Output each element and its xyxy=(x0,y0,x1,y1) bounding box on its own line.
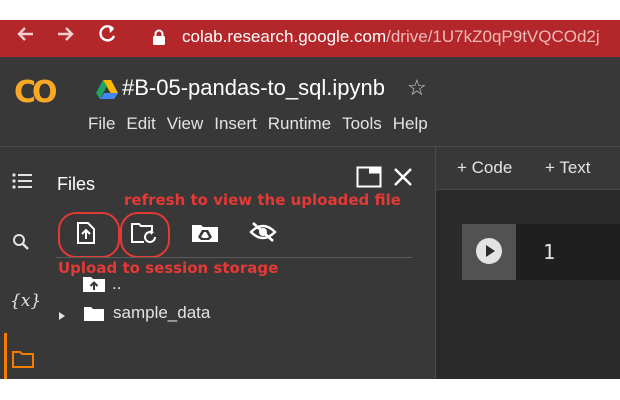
parent-folder-icon[interactable] xyxy=(82,276,106,298)
files-divider xyxy=(56,257,412,258)
star-icon[interactable]: ☆ xyxy=(407,75,427,100)
url-host: colab.research.google.com xyxy=(182,27,387,46)
close-icon[interactable] xyxy=(392,166,414,193)
add-text-cell-button[interactable]: + Text xyxy=(545,158,591,178)
refresh-folder-icon[interactable] xyxy=(130,222,158,249)
reload-icon[interactable] xyxy=(96,23,118,51)
search-icon[interactable] xyxy=(12,233,30,256)
address-bar[interactable]: colab.research.google.com/drive/1U7kZ0qP… xyxy=(182,27,600,47)
menu-help[interactable]: Help xyxy=(393,114,428,133)
colab-logo: CO xyxy=(14,75,57,110)
menu-edit[interactable]: Edit xyxy=(126,114,155,133)
menu-file[interactable]: File xyxy=(88,114,115,133)
cell-line-number: 1 xyxy=(543,240,556,264)
files-panel-title: Files xyxy=(57,174,96,194)
play-icon xyxy=(486,245,495,257)
mount-drive-icon[interactable] xyxy=(191,223,219,248)
table-of-contents-icon[interactable] xyxy=(12,173,32,194)
active-indicator xyxy=(4,333,7,379)
bottom-margin xyxy=(0,379,620,400)
refresh-annotation: refresh to view the uploaded file xyxy=(124,191,401,209)
lock-icon xyxy=(152,29,166,51)
upload-annotation: Upload to session storage xyxy=(58,259,279,277)
run-cell-button[interactable] xyxy=(476,238,502,264)
menu-view[interactable]: View xyxy=(167,114,204,133)
open-in-tab-icon[interactable] xyxy=(356,166,382,193)
menu-bar: File Edit View Insert Runtime Tools Help xyxy=(88,114,439,134)
menu-runtime[interactable]: Runtime xyxy=(268,114,331,133)
notebook-title-text: #B-05-pandas-to_sql.ipynb xyxy=(122,75,385,100)
menu-tools[interactable]: Tools xyxy=(342,114,382,133)
hide-files-icon[interactable] xyxy=(249,221,277,248)
sample-data-folder-icon xyxy=(83,306,105,327)
url-path: /drive/1U7kZ0qP9tVQCOd2j xyxy=(386,27,600,46)
add-code-cell-button[interactable]: + Code xyxy=(457,158,512,178)
google-drive-icon xyxy=(96,80,118,104)
chevron-right-icon[interactable] xyxy=(58,308,66,326)
folder-icon[interactable] xyxy=(12,350,34,373)
menu-insert[interactable]: Insert xyxy=(214,114,257,133)
parent-folder-label[interactable]: .. xyxy=(112,274,121,294)
notebook-title[interactable]: #B-05-pandas-to_sql.ipynb ☆ xyxy=(122,75,427,101)
variables-icon[interactable]: {x} xyxy=(10,291,41,311)
sample-data-folder-label[interactable]: sample_data xyxy=(113,303,210,323)
upload-file-icon[interactable] xyxy=(76,221,96,250)
back-icon[interactable] xyxy=(14,23,36,51)
forward-icon[interactable] xyxy=(55,23,77,51)
